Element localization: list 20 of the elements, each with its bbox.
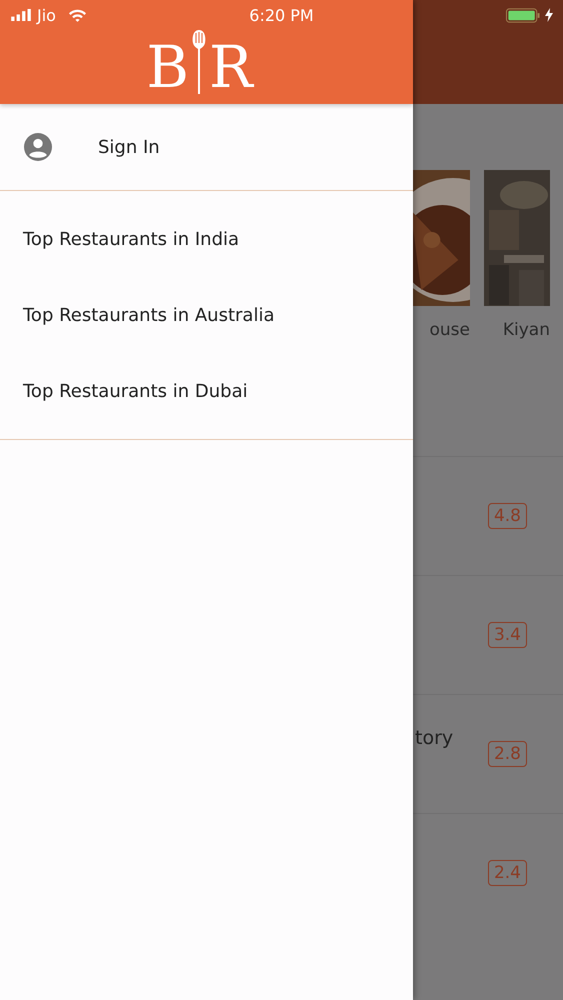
sign-in-item[interactable]: Sign In bbox=[0, 104, 413, 190]
restaurant-name: ouse bbox=[430, 320, 470, 340]
battery-icon bbox=[506, 8, 540, 22]
restaurant-name: Kiyan bbox=[502, 320, 550, 340]
rating-badge: 2.8 bbox=[488, 741, 527, 767]
account-icon bbox=[24, 133, 52, 161]
restaurant-name: tory bbox=[415, 727, 454, 749]
wifi-icon bbox=[68, 8, 86, 22]
menu-item[interactable]: Top Restaurants in Australia bbox=[0, 277, 413, 353]
signal-icon bbox=[10, 9, 32, 21]
rating-badge: 3.4 bbox=[488, 622, 527, 648]
carrier-label: Jio bbox=[37, 6, 56, 24]
menu-item[interactable]: Top Restaurants in India bbox=[0, 201, 413, 277]
logo-letter: R bbox=[208, 38, 253, 96]
clock-time: 6:20 PM bbox=[249, 6, 314, 24]
fork-icon bbox=[192, 30, 206, 94]
logo-letter: B bbox=[146, 38, 189, 96]
menu-item[interactable]: Top Restaurants in Dubai bbox=[0, 353, 413, 429]
rating-badge: 2.4 bbox=[488, 860, 527, 886]
rating-badge: 4.8 bbox=[488, 503, 527, 529]
